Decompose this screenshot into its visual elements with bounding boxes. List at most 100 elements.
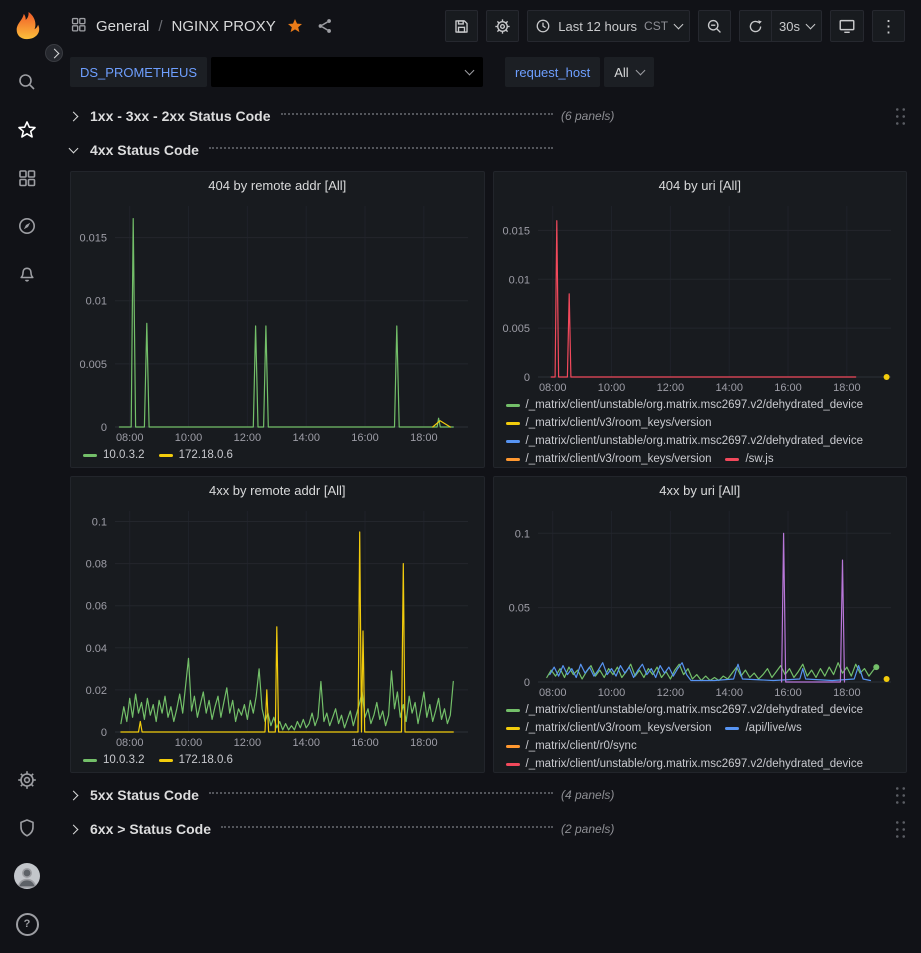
legend-series-swatch <box>506 745 520 748</box>
search-icon[interactable] <box>10 65 44 99</box>
main-area: General / NGINX PROXY Last 12 hours <box>54 0 921 953</box>
svg-text:10:00: 10:00 <box>597 687 625 699</box>
refresh-button-group: 30s <box>739 10 822 42</box>
request-host-select[interactable]: All <box>604 57 653 87</box>
row-header-4xx[interactable]: 4xx Status Code <box>70 137 907 163</box>
tv-mode-button[interactable] <box>830 10 864 42</box>
time-series-chart[interactable]: 08:0010:0012:0014:0016:0018:0000.0050.01… <box>494 198 907 397</box>
row-header-6xx[interactable]: 6xx > Status Code (2 panels) <box>70 816 907 842</box>
row-drag-handle[interactable] <box>894 785 907 806</box>
legend-item[interactable]: 10.0.3.2 <box>83 752 145 768</box>
dashboard-settings-button[interactable] <box>486 10 519 42</box>
legend-series-label: 172.18.0.6 <box>179 752 233 768</box>
svg-text:18:00: 18:00 <box>410 432 438 444</box>
svg-text:14:00: 14:00 <box>715 687 743 699</box>
panel-grid: 404 by remote addr [All] 08:0010:0012:00… <box>70 171 907 773</box>
svg-text:08:00: 08:00 <box>538 382 566 394</box>
legend-series-swatch <box>506 727 520 730</box>
legend-series-swatch <box>506 422 520 425</box>
navbar-actions: Last 12 hours CST 30s <box>445 10 905 42</box>
user-avatar[interactable] <box>10 859 44 893</box>
svg-text:12:00: 12:00 <box>656 382 684 394</box>
save-dashboard-button[interactable] <box>445 10 478 42</box>
panel-title[interactable]: 4xx by remote addr [All] <box>71 477 484 503</box>
request-host-value: All <box>614 65 628 80</box>
time-range-picker[interactable]: Last 12 hours CST <box>527 10 690 42</box>
svg-text:0.01: 0.01 <box>86 296 107 308</box>
help-icon[interactable]: ? <box>10 907 44 941</box>
legend-item[interactable]: /_matrix/client/v3/room_keys/version <box>506 451 712 467</box>
legend-item[interactable]: 10.0.3.2 <box>83 447 145 463</box>
refresh-interval-dropdown[interactable]: 30s <box>771 10 822 42</box>
zoom-out-icon <box>706 18 723 35</box>
legend-item[interactable]: /_matrix/client/unstable/org.matrix.msc2… <box>506 433 864 449</box>
datasource-label[interactable]: DS_PROMETHEUS <box>70 57 207 87</box>
legend-series-label: /_matrix/client/unstable/org.matrix.msc2… <box>526 702 864 718</box>
time-series-chart[interactable]: 08:0010:0012:0014:0016:0018:0000.050.1 <box>494 503 907 702</box>
kebab-menu-icon: ⋮ <box>880 18 897 35</box>
time-series-chart[interactable]: 08:0010:0012:0014:0016:0018:0000.0050.01… <box>71 198 484 447</box>
zoom-out-button[interactable] <box>698 10 731 42</box>
legend-item[interactable]: /_matrix/client/v3/room_keys/version <box>506 720 712 736</box>
svg-text:18:00: 18:00 <box>833 687 861 699</box>
explore-compass-icon[interactable] <box>10 209 44 243</box>
legend-item[interactable]: 172.18.0.6 <box>159 447 233 463</box>
svg-text:0.1: 0.1 <box>514 528 529 540</box>
svg-text:0: 0 <box>523 372 529 384</box>
save-icon <box>453 18 470 35</box>
row-title: 6xx > Status Code <box>90 821 211 837</box>
svg-text:10:00: 10:00 <box>175 432 203 444</box>
panel-title[interactable]: 404 by remote addr [All] <box>71 172 484 198</box>
apps-icon <box>70 16 87 36</box>
refresh-button[interactable] <box>739 10 772 42</box>
chevron-right-icon <box>49 48 59 58</box>
expand-sidebar-button[interactable] <box>45 44 63 62</box>
favorite-star-icon[interactable] <box>285 18 305 34</box>
svg-text:18:00: 18:00 <box>410 737 438 749</box>
dashboards-icon[interactable] <box>10 161 44 195</box>
panel-title[interactable]: 404 by uri [All] <box>494 172 907 198</box>
panel-title[interactable]: 4xx by uri [All] <box>494 477 907 503</box>
alerting-bell-icon[interactable] <box>10 257 44 291</box>
breadcrumb-folder[interactable]: General <box>96 18 149 35</box>
configuration-gear-icon[interactable] <box>10 763 44 797</box>
datasource-value-select[interactable] <box>211 57 483 87</box>
row-drag-handle[interactable] <box>894 106 907 127</box>
legend-series-swatch <box>159 759 173 762</box>
admin-shield-icon[interactable] <box>10 811 44 845</box>
svg-text:0.015: 0.015 <box>502 225 530 237</box>
legend-item[interactable]: /_matrix/client/r0/sync <box>506 738 637 754</box>
legend-series-swatch <box>506 458 520 461</box>
panel-4xx-by-remote-addr: 4xx by remote addr [All] 08:0010:0012:00… <box>70 476 485 773</box>
dashboard-canvas: 1xx - 3xx - 2xx Status Code (6 panels) 4… <box>54 96 921 953</box>
legend-item[interactable]: /_matrix/client/unstable/org.matrix.msc2… <box>506 397 864 413</box>
chevron-down-icon <box>465 66 475 76</box>
legend-series-label: 10.0.3.2 <box>103 447 145 463</box>
starred-icon[interactable] <box>10 113 44 147</box>
legend-item[interactable]: /_matrix/client/unstable/org.matrix.msc2… <box>506 702 864 718</box>
legend-item[interactable]: /sw.js <box>725 451 773 467</box>
grafana-app: ? General / NGINX PROXY <box>0 0 921 953</box>
share-icon[interactable] <box>314 17 336 35</box>
legend-item[interactable]: /_matrix/client/unstable/org.matrix.msc2… <box>506 756 864 772</box>
time-series-chart[interactable]: 08:0010:0012:0014:0016:0018:0000.020.040… <box>71 503 484 752</box>
svg-text:0.06: 0.06 <box>86 601 107 613</box>
chevron-down-icon <box>635 66 645 76</box>
row-drag-handle[interactable] <box>894 819 907 840</box>
panel-404-by-uri: 404 by uri [All] 08:0010:0012:0014:0016:… <box>493 171 908 468</box>
legend-item[interactable]: /_matrix/client/v3/room_keys/version <box>506 415 712 431</box>
svg-text:0.1: 0.1 <box>92 517 107 529</box>
legend-item[interactable]: /api/live/ws <box>725 720 801 736</box>
row-header-5xx[interactable]: 5xx Status Code (4 panels) <box>70 782 907 808</box>
row-dotted-leader <box>209 147 553 149</box>
svg-text:10:00: 10:00 <box>175 737 203 749</box>
chevron-right-icon <box>70 792 90 799</box>
legend-item[interactable]: 172.18.0.6 <box>159 752 233 768</box>
legend-series-label: /_matrix/client/v3/room_keys/version <box>526 451 712 467</box>
breadcrumb-divider: / <box>158 18 162 35</box>
request-host-label[interactable]: request_host <box>505 57 600 87</box>
kebab-menu-button[interactable]: ⋮ <box>872 10 905 42</box>
row-header-1xx-3xx-2xx[interactable]: 1xx - 3xx - 2xx Status Code (6 panels) <box>70 103 907 129</box>
grafana-logo[interactable] <box>10 9 44 43</box>
svg-text:0.04: 0.04 <box>86 643 107 655</box>
